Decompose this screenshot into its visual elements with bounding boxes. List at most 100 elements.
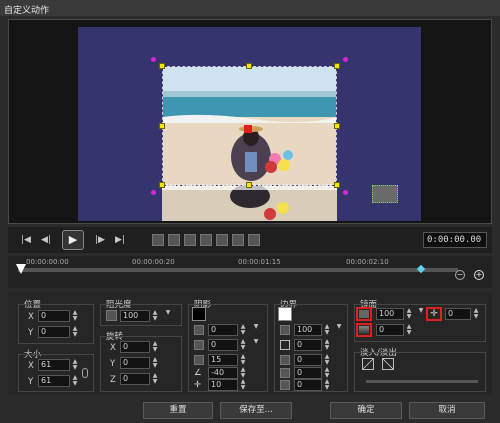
rotation-z-stepper[interactable]: ▲ ▼ (151, 373, 159, 385)
border-opacity-field[interactable]: 100 (294, 324, 322, 336)
size-x-stepper[interactable]: ▲ ▼ (71, 359, 79, 371)
tick-label: 00:00:01:15 (238, 258, 281, 266)
rotation-y-field[interactable]: 0 (120, 357, 150, 369)
resize-handle[interactable] (246, 63, 252, 69)
distort-handle[interactable] (343, 57, 348, 62)
shadow-offset-field[interactable]: 10 (208, 379, 238, 391)
position-x-stepper[interactable]: ▲ ▼ (71, 310, 79, 322)
shadow-blur-field[interactable]: 0 (208, 339, 238, 351)
size-x-field[interactable]: 61 (38, 359, 70, 371)
distort-handle[interactable] (151, 190, 156, 195)
border-width-field[interactable]: 0 (294, 339, 322, 351)
mirror-gap-stepper[interactable]: ▲ ▼ (472, 308, 480, 320)
shadow-offset-stepper[interactable]: ▲ ▼ (239, 379, 247, 391)
properties-panel: 位置 X 0 ▲ ▼ Y 0 ▲ ▼ 大小 X 61 ▲ ▼ Y 61 ▲ ▼ 阻光度 … (8, 292, 492, 395)
mirror-opacity-field[interactable]: 100 (376, 308, 404, 320)
shadow-opacity-icon (194, 325, 204, 335)
shadow-angle-icon: ∠ (194, 368, 202, 378)
end-icon[interactable]: ▶| (112, 233, 128, 247)
border-width-stepper[interactable]: ▲ ▼ (323, 339, 331, 351)
rotation-y-stepper[interactable]: ▲ ▼ (151, 357, 159, 369)
mirror-fade-field[interactable]: 0 (376, 324, 404, 336)
border-style-field[interactable]: 0 (294, 379, 322, 391)
add-keyframe-icon[interactable] (152, 234, 164, 246)
shadow-opacity-stepper[interactable]: ▲ ▼ (239, 324, 247, 336)
resize-handle[interactable] (159, 182, 165, 188)
rotation-x-field[interactable]: 0 (120, 341, 150, 353)
loop-icon[interactable] (248, 234, 260, 246)
shadow-angle-field[interactable]: -40 (208, 367, 238, 379)
rotation-x-stepper[interactable]: ▲ ▼ (151, 341, 159, 353)
home-icon[interactable]: |◀ (18, 233, 34, 247)
opacity-icon (106, 310, 117, 321)
fade-out-icon[interactable] (382, 358, 394, 370)
distort-handle[interactable] (151, 57, 156, 62)
timeline: 00:00:00:00 00:00:00:20 00:00:01:15 00:0… (8, 256, 492, 288)
shadow-distance-stepper[interactable]: ▲ ▼ (239, 354, 247, 366)
shadow-distance-field[interactable]: 15 (208, 354, 238, 366)
border-blur-field[interactable]: 0 (294, 354, 322, 366)
border-blur-stepper[interactable]: ▲ ▼ (323, 354, 331, 366)
ok-button[interactable]: 确定 (330, 402, 402, 419)
opacity-field[interactable]: 100 (120, 310, 150, 322)
opacity-dropdown[interactable]: ▼ (164, 310, 172, 322)
border-opacity-dropdown[interactable]: ▼ (335, 324, 343, 336)
link-icon[interactable] (82, 368, 88, 378)
mirror-fade-icon[interactable] (356, 323, 372, 337)
border-opacity-icon (280, 325, 290, 335)
cancel-button[interactable]: 取消 (409, 402, 485, 419)
fade-slider[interactable] (366, 380, 478, 383)
timecode-display[interactable]: 0:00:00.00 (423, 232, 487, 248)
zoom-in-icon[interactable]: + (474, 270, 484, 280)
position-y-stepper[interactable]: ▲ ▼ (71, 326, 79, 338)
mirror-opacity-dropdown[interactable]: ▼ (417, 308, 425, 320)
prev-frame-icon[interactable]: ◀| (38, 233, 54, 247)
mirror-gap-icon[interactable]: ✛ (426, 307, 442, 321)
shadow-opacity-dropdown[interactable]: ▼ (252, 324, 260, 336)
shadow-color-swatch[interactable] (192, 307, 206, 321)
reset-button[interactable]: 重置 (143, 402, 213, 419)
position-y-field[interactable]: 0 (38, 326, 70, 338)
center-anchor[interactable] (244, 125, 252, 133)
shadow-blur-dropdown[interactable]: ▼ (252, 339, 260, 351)
border-opacity-stepper[interactable]: ▲ ▼ (323, 324, 331, 336)
remove-keyframe-icon[interactable] (168, 234, 180, 246)
transport-bar: |◀ ◀| ▶ |▶ ▶| 0:00:00.00 (8, 227, 492, 253)
fade-in-icon[interactable] (362, 358, 374, 370)
next-frame-icon[interactable]: |▶ (92, 233, 108, 247)
prev-keyframe-icon[interactable] (216, 234, 228, 246)
rotation-z-field[interactable]: 0 (120, 373, 150, 385)
distort-handle[interactable] (343, 190, 348, 195)
next-keyframe-icon[interactable] (232, 234, 244, 246)
size-y-stepper[interactable]: ▲ ▼ (71, 375, 79, 387)
shadow-blur-stepper[interactable]: ▲ ▼ (239, 339, 247, 351)
resize-handle[interactable] (159, 123, 165, 129)
resize-handle[interactable] (334, 182, 340, 188)
border-width-icon (280, 340, 290, 350)
resize-handle[interactable] (159, 63, 165, 69)
position-x-field[interactable]: 0 (38, 310, 70, 322)
shadow-opacity-field[interactable]: 0 (208, 324, 238, 336)
border-radius-field[interactable]: 0 (294, 367, 322, 379)
save-to-button[interactable]: 保存至... (220, 402, 292, 419)
mirror-opacity-icon[interactable] (356, 307, 372, 321)
mirror-fade-stepper[interactable]: ▲ ▼ (405, 324, 413, 336)
shadow-blur-icon (194, 340, 204, 350)
border-style-stepper[interactable]: ▲ ▼ (323, 379, 331, 391)
resize-handle[interactable] (246, 182, 252, 188)
size-y-field[interactable]: 61 (38, 375, 70, 387)
resize-handle[interactable] (334, 123, 340, 129)
mirror-gap-field[interactable]: 0 (445, 308, 471, 320)
reverse-icon[interactable] (184, 234, 196, 246)
opacity-stepper[interactable]: ▲ ▼ (151, 310, 159, 322)
border-color-swatch[interactable] (278, 307, 292, 321)
mirror-opacity-stepper[interactable]: ▲ ▼ (405, 308, 413, 320)
timeline-track[interactable] (18, 268, 458, 272)
play-button[interactable]: ▶ (62, 230, 84, 250)
tick-label: 00:00:02:10 (346, 258, 389, 266)
shadow-preview[interactable] (372, 185, 398, 203)
resize-handle[interactable] (334, 63, 340, 69)
zoom-out-icon[interactable]: − (455, 270, 465, 280)
swap-icon[interactable] (200, 234, 212, 246)
shadow-offset-icon: ✛ (194, 380, 202, 390)
